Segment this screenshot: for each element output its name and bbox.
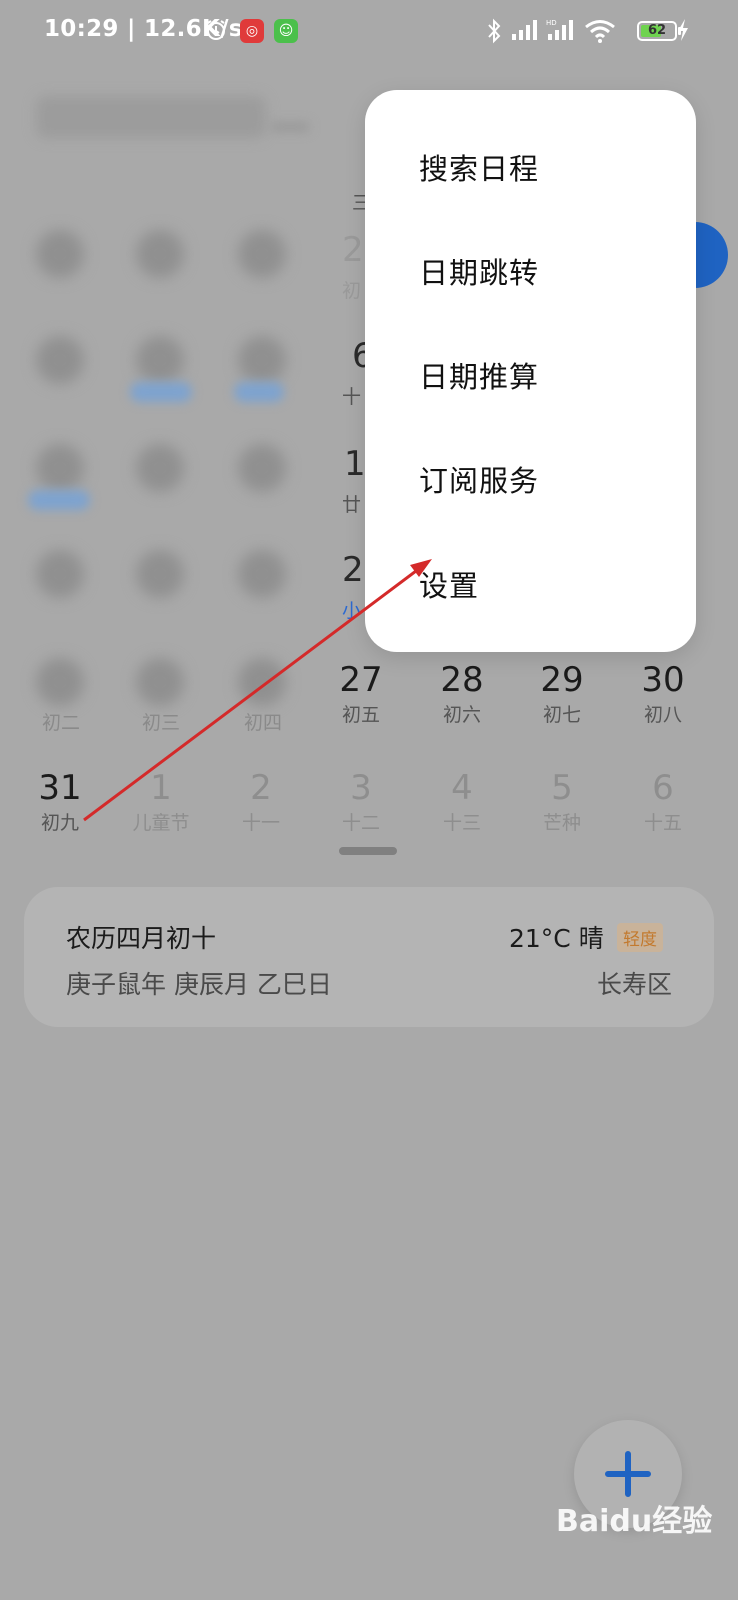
annotation-arrow-icon xyxy=(83,559,432,822)
